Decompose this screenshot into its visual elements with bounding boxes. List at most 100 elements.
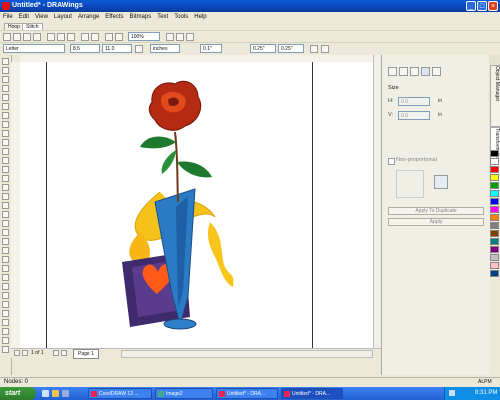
- units-select[interactable]: inches: [150, 44, 180, 53]
- swatch-pink[interactable]: [490, 262, 499, 269]
- page-width-field[interactable]: 8.5: [70, 44, 100, 53]
- cut-icon[interactable]: [47, 33, 55, 41]
- quicklaunch-ie-icon[interactable]: [42, 390, 49, 397]
- swatch-white[interactable]: [490, 158, 499, 165]
- copy-icon[interactable]: [57, 33, 65, 41]
- swatch-magenta[interactable]: [490, 206, 499, 213]
- drawing-canvas[interactable]: [20, 62, 373, 348]
- hoop-tool-icon[interactable]: [2, 256, 9, 263]
- artistic-media-tool-icon[interactable]: [2, 328, 9, 335]
- tab-object-manager[interactable]: Object Manager: [490, 65, 500, 127]
- smudge-tool-icon[interactable]: [2, 301, 9, 308]
- interactive-fill-tool-icon[interactable]: [2, 220, 9, 227]
- smart-fill-tool-icon[interactable]: [2, 103, 9, 110]
- position-icon[interactable]: [388, 67, 397, 76]
- blend-tool-icon[interactable]: [2, 175, 9, 182]
- apply-to-duplicate-button[interactable]: Apply To Duplicate: [388, 207, 484, 215]
- needle-tool-icon[interactable]: [2, 238, 9, 245]
- freehand-tool-icon[interactable]: [2, 94, 9, 101]
- knife-tool-icon[interactable]: [2, 76, 9, 83]
- v-size-field[interactable]: 0.0: [398, 111, 430, 120]
- polygon-tool-icon[interactable]: [2, 130, 9, 137]
- prev-page-icon[interactable]: [22, 350, 28, 356]
- swatch-teal[interactable]: [490, 238, 499, 245]
- network-icon[interactable]: [449, 390, 455, 396]
- measure-tool-icon[interactable]: [2, 265, 9, 272]
- new-icon[interactable]: [3, 33, 11, 41]
- quicklaunch-desktop-icon[interactable]: [62, 390, 69, 397]
- menu-bitmaps[interactable]: Bitmaps: [127, 12, 155, 22]
- duplicate-x-field[interactable]: 0.25": [250, 44, 276, 53]
- layout-icon[interactable]: [310, 45, 318, 53]
- apply-button[interactable]: Apply: [388, 218, 484, 226]
- task-coreldraw[interactable]: CorelDRAW 12 ...: [88, 388, 152, 399]
- rectangle-tool-icon[interactable]: [2, 112, 9, 119]
- envelope-tool-icon[interactable]: [2, 346, 9, 353]
- zoom-level-field[interactable]: 100%: [128, 32, 160, 41]
- export-icon[interactable]: [115, 33, 123, 41]
- print-icon[interactable]: [33, 33, 41, 41]
- menu-text[interactable]: Text: [154, 12, 171, 22]
- menu-help[interactable]: Help: [191, 12, 209, 22]
- swatch-navy[interactable]: [490, 270, 499, 277]
- next-page-icon[interactable]: [53, 350, 59, 356]
- start-button[interactable]: start: [0, 387, 36, 400]
- rotate-icon[interactable]: [399, 67, 408, 76]
- table-tool-icon[interactable]: [2, 157, 9, 164]
- menu-layout[interactable]: Layout: [51, 12, 75, 22]
- task-untitled-2[interactable]: Untitled* - DRA...: [281, 388, 343, 399]
- minimize-button[interactable]: _: [466, 1, 476, 11]
- crop-tool-icon[interactable]: [2, 292, 9, 299]
- first-page-icon[interactable]: [14, 350, 20, 356]
- rose-vase-artwork[interactable]: [20, 62, 373, 348]
- menu-effects[interactable]: Effects: [102, 12, 126, 22]
- page-size-select[interactable]: Letter: [3, 44, 65, 53]
- swatch-green[interactable]: [490, 182, 499, 189]
- text-tool-icon[interactable]: [2, 148, 9, 155]
- transform-tool-icon[interactable]: [2, 319, 9, 326]
- connector-tool-icon[interactable]: [2, 166, 9, 173]
- zoom-icon[interactable]: [166, 33, 174, 41]
- eyedropper-tool-icon[interactable]: [2, 193, 9, 200]
- undo-icon[interactable]: [81, 33, 89, 41]
- ellipse-tool-icon[interactable]: [2, 121, 9, 128]
- import-icon[interactable]: [105, 33, 113, 41]
- stitch-tool-icon[interactable]: [2, 229, 9, 236]
- menu-file[interactable]: File: [0, 12, 16, 22]
- page-height-field[interactable]: 11.0: [102, 44, 132, 53]
- scale-icon[interactable]: [410, 67, 419, 76]
- portrait-icon[interactable]: [135, 45, 143, 53]
- swatch-gray[interactable]: [490, 222, 499, 229]
- zoom-tool-icon[interactable]: [2, 85, 9, 92]
- options-icon[interactable]: [186, 33, 194, 41]
- maximize-button[interactable]: □: [477, 1, 487, 11]
- anchor-grid[interactable]: [396, 170, 424, 198]
- last-page-icon[interactable]: [61, 350, 67, 356]
- menu-view[interactable]: View: [32, 12, 51, 22]
- open-icon[interactable]: [13, 33, 21, 41]
- eraser-tool-icon[interactable]: [2, 274, 9, 281]
- quicklaunch-folder-icon[interactable]: [52, 390, 59, 397]
- redo-icon[interactable]: [91, 33, 99, 41]
- swatch-blue[interactable]: [490, 198, 499, 205]
- settings-icon[interactable]: [321, 45, 329, 53]
- proportional-checkbox[interactable]: [388, 158, 395, 165]
- h-size-field[interactable]: 0.0: [398, 97, 430, 106]
- snap-icon[interactable]: [176, 33, 184, 41]
- fill-tool-icon[interactable]: [2, 211, 9, 218]
- swatch-cyan[interactable]: [490, 190, 499, 197]
- menu-edit[interactable]: Edit: [16, 12, 32, 22]
- transparency-tool-icon[interactable]: [2, 184, 9, 191]
- duplicate-y-field[interactable]: 0.25": [278, 44, 304, 53]
- swatch-silver[interactable]: [490, 254, 499, 261]
- swatch-purple[interactable]: [490, 246, 499, 253]
- swatch-red[interactable]: [490, 166, 499, 173]
- menu-tools[interactable]: Tools: [171, 12, 191, 22]
- close-button[interactable]: ×: [488, 1, 498, 11]
- roughen-tool-icon[interactable]: [2, 310, 9, 317]
- shape-tool-icon[interactable]: [2, 67, 9, 74]
- paste-icon[interactable]: [67, 33, 75, 41]
- clock[interactable]: 8:31 PM: [475, 387, 497, 400]
- swatch-brown[interactable]: [490, 230, 499, 237]
- task-untitled-1[interactable]: Untitled* - DRA...: [216, 388, 278, 399]
